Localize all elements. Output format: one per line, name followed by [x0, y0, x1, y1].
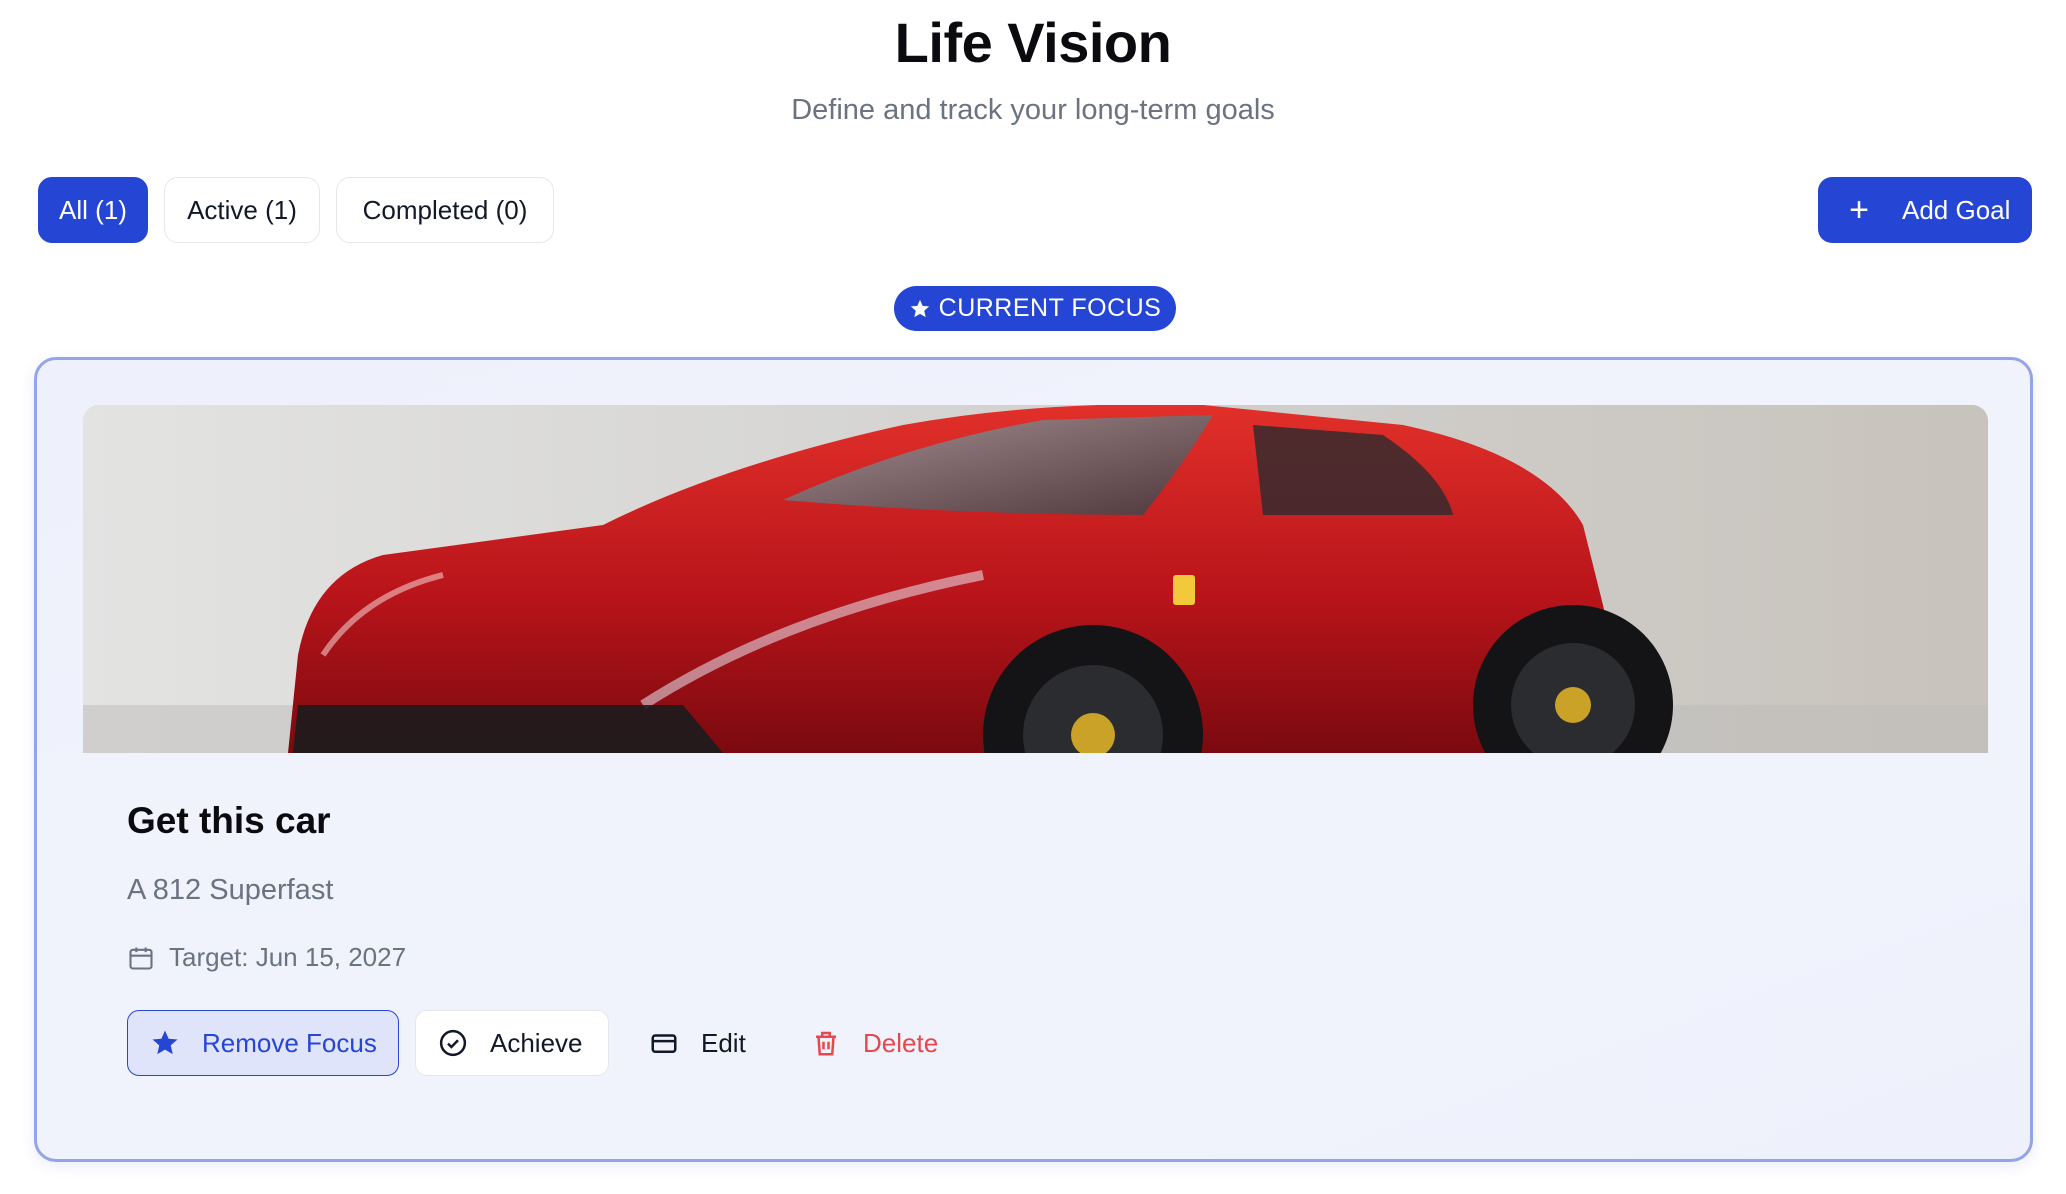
star-icon: [909, 298, 931, 320]
edit-button[interactable]: Edit: [627, 1010, 757, 1076]
goal-target-date: Target: Jun 15, 2027: [127, 942, 406, 973]
filter-active-button[interactable]: Active (1): [164, 177, 320, 243]
filter-all-button[interactable]: All (1): [38, 177, 148, 243]
goal-description: A 812 Superfast: [127, 874, 334, 906]
goal-image: [83, 405, 1988, 753]
goal-title: Get this car: [127, 800, 331, 841]
page-subtitle: Define and track your long-term goals: [791, 94, 1275, 126]
current-focus-badge: CURRENT FOCUS: [894, 286, 1176, 331]
goal-target-text: Target: Jun 15, 2027: [169, 942, 407, 972]
goal-card: Get this car A 812 Superfast Target: Jun…: [34, 357, 2033, 1162]
delete-button[interactable]: Delete: [789, 1010, 949, 1076]
car-photo-illustration: [83, 405, 1988, 753]
trash-icon: [811, 1028, 841, 1058]
edit-label: Edit: [701, 1027, 746, 1058]
plus-icon: +: [1849, 191, 1869, 229]
remove-focus-button[interactable]: Remove Focus: [127, 1010, 399, 1076]
add-goal-button[interactable]: + Add Goal: [1818, 177, 2032, 243]
delete-label: Delete: [863, 1027, 939, 1058]
remove-focus-label: Remove Focus: [202, 1027, 377, 1058]
page-title: Life Vision: [894, 11, 1172, 74]
life-vision-page: Life Vision Define and track your long-t…: [0, 0, 2066, 1194]
star-icon: [150, 1028, 180, 1058]
calendar-icon: [127, 944, 155, 972]
add-goal-label: Add Goal: [1902, 194, 2011, 225]
achieve-label: Achieve: [490, 1027, 583, 1058]
check-circle-icon: [438, 1028, 468, 1058]
filter-completed-button[interactable]: Completed (0): [336, 177, 554, 243]
current-focus-label: CURRENT FOCUS: [938, 294, 1162, 322]
card-icon: [649, 1028, 679, 1058]
achieve-button[interactable]: Achieve: [415, 1010, 609, 1076]
